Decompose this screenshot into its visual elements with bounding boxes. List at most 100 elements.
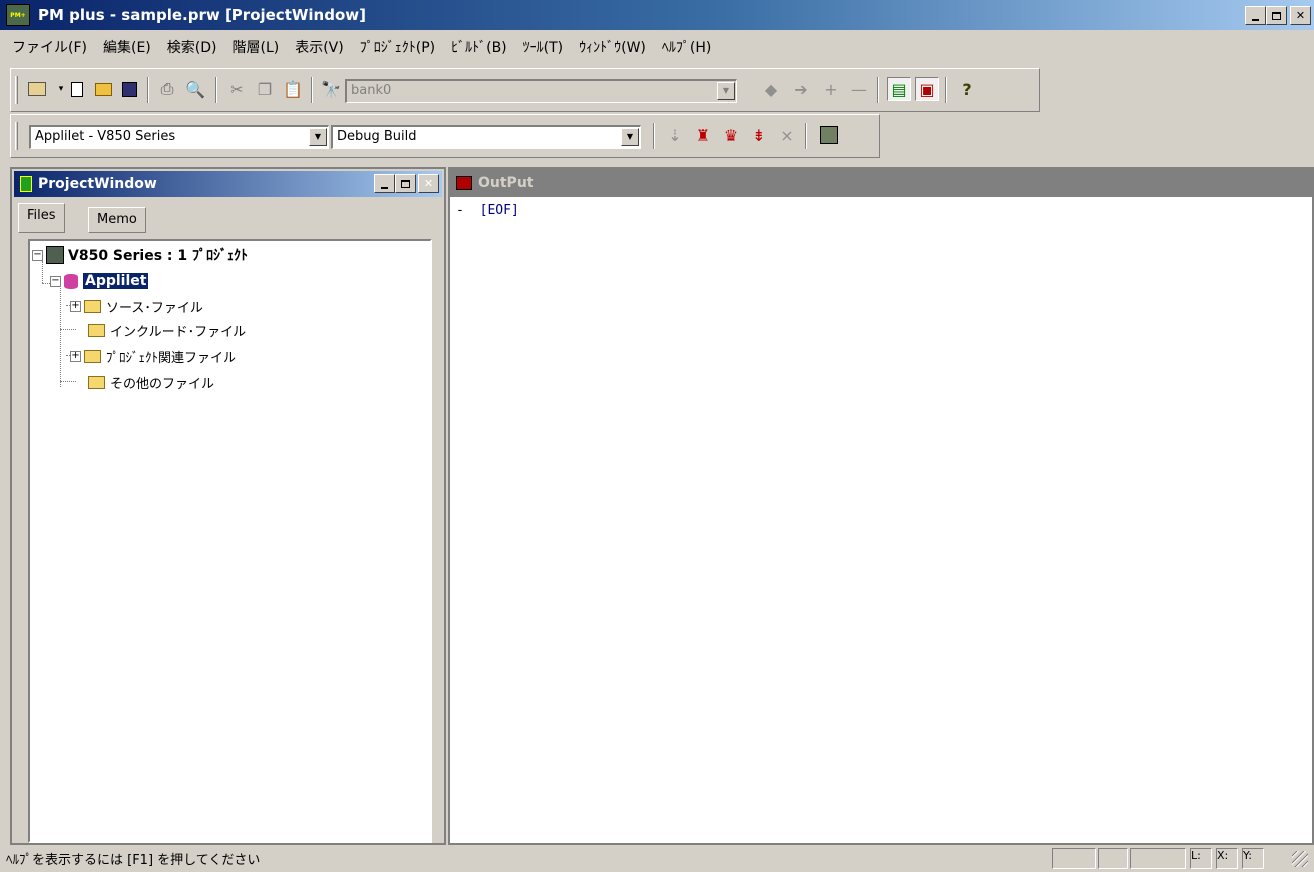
menu-bar: ファイル(F) 編集(E) 検索(D) 階層(L) 表示(V) ﾌﾟﾛｼﾞｪｸﾄ… bbox=[0, 33, 1314, 61]
open-file-icon[interactable] bbox=[91, 77, 115, 101]
collapse-icon[interactable]: − bbox=[50, 275, 61, 287]
build-config-select[interactable]: Debug Build ▼ bbox=[331, 125, 641, 149]
tree-root[interactable]: − V850 Series : 1 ﾌﾟﾛｼﾞｪｸﾄ bbox=[32, 243, 248, 267]
print-preview-icon[interactable]: 🔍 bbox=[183, 77, 207, 101]
menu-window[interactable]: ｳｨﾝﾄﾞｳ(W) bbox=[571, 37, 654, 57]
minimize-icon bbox=[381, 186, 388, 189]
tree-folder-include[interactable]: インクルード･ファイル bbox=[88, 318, 246, 342]
tree-folder-project[interactable]: + ﾌﾟﾛｼﾞｪｸﾄ関連ファイル bbox=[70, 344, 236, 368]
copy-icon[interactable]: ❐ bbox=[253, 77, 277, 101]
status-x-indicator: X: bbox=[1216, 848, 1238, 869]
new-file-icon[interactable] bbox=[65, 77, 89, 101]
toolbar-separator bbox=[147, 77, 149, 103]
project-window-titlebar[interactable]: ProjectWindow ✕ bbox=[14, 171, 442, 197]
minimize-button[interactable] bbox=[1245, 6, 1266, 25]
clean-icon[interactable]: ⨯ bbox=[775, 123, 799, 147]
status-help-text: ﾍﾙﾌﾟを表示するには [F1] を押してください bbox=[6, 853, 261, 868]
print-icon[interactable]: ⎙ bbox=[155, 77, 179, 101]
menu-hierarchy[interactable]: 階層(L) bbox=[224, 37, 287, 57]
menu-build[interactable]: ﾋﾞﾙﾄﾞ(B) bbox=[443, 37, 515, 57]
build-icon[interactable]: ♜ bbox=[691, 123, 715, 147]
menu-file[interactable]: ファイル(F) bbox=[4, 37, 95, 57]
toolbar-grip[interactable] bbox=[15, 76, 18, 104]
project-window-icon bbox=[20, 176, 32, 192]
chevron-down-icon[interactable]: ▼ bbox=[717, 82, 735, 100]
folder-icon bbox=[88, 323, 105, 337]
output-window-titlebar[interactable]: OutPut bbox=[450, 169, 1312, 197]
pw-maximize-button[interactable] bbox=[395, 174, 416, 193]
menu-search[interactable]: 検索(D) bbox=[159, 37, 225, 57]
chevron-down-icon[interactable]: ▼ bbox=[309, 128, 327, 146]
toolbar-grip[interactable] bbox=[15, 122, 18, 150]
maximize-button[interactable] bbox=[1266, 6, 1287, 25]
output-line: [EOF] bbox=[479, 203, 519, 218]
stop-build-icon[interactable]: ⇟ bbox=[747, 123, 771, 147]
window-title: PM plus - sample.prw [ProjectWindow] bbox=[38, 6, 366, 24]
search-combo[interactable]: bank0 ▼ bbox=[345, 79, 737, 103]
file-tree[interactable]: − V850 Series : 1 ﾌﾟﾛｼﾞｪｸﾄ − Applilet + … bbox=[28, 239, 432, 843]
minimize-icon bbox=[1252, 18, 1259, 21]
debug-icon[interactable] bbox=[817, 123, 841, 147]
chevron-down-icon[interactable]: ▼ bbox=[621, 128, 639, 146]
resize-grip-icon[interactable] bbox=[1292, 851, 1308, 867]
app-icon[interactable]: PM+ bbox=[6, 4, 30, 26]
expand-plus-icon[interactable]: + bbox=[819, 77, 843, 101]
menu-help[interactable]: ﾍﾙﾌﾟ(H) bbox=[654, 37, 719, 57]
workspace-icon bbox=[46, 246, 64, 264]
tree-folder-source[interactable]: + ソース･ファイル bbox=[70, 294, 203, 318]
toolbar-separator bbox=[653, 123, 655, 149]
folder-label: インクルード･ファイル bbox=[110, 324, 247, 340]
folder-icon bbox=[84, 349, 101, 363]
cut-icon[interactable]: ✂ bbox=[225, 77, 249, 101]
open-project-icon[interactable] bbox=[25, 77, 49, 101]
title-bar[interactable]: PM+ PM plus - sample.prw [ProjectWindow]… bbox=[0, 0, 1314, 30]
tab-memo[interactable]: Memo bbox=[88, 207, 146, 233]
paste-icon[interactable]: 📋 bbox=[281, 77, 305, 101]
output-window-title: OutPut bbox=[478, 175, 534, 191]
menu-project[interactable]: ﾌﾟﾛｼﾞｪｸﾄ(P) bbox=[352, 37, 443, 57]
toolbar-separator bbox=[805, 123, 807, 149]
status-cell bbox=[1052, 848, 1096, 869]
folder-label: ソース･ファイル bbox=[106, 300, 203, 316]
forward-arrow-icon[interactable]: ➔ bbox=[789, 77, 813, 101]
tab-files[interactable]: Files bbox=[18, 203, 65, 233]
collapse-icon[interactable]: − bbox=[32, 249, 43, 261]
pw-close-button[interactable]: ✕ bbox=[418, 174, 439, 193]
folder-icon bbox=[88, 375, 105, 389]
menu-tool[interactable]: ﾂｰﾙ(T) bbox=[515, 37, 571, 57]
back-arrow-icon[interactable]: ◆ bbox=[759, 77, 783, 101]
save-icon[interactable] bbox=[117, 77, 141, 101]
database-icon bbox=[64, 273, 78, 289]
status-cell bbox=[1130, 848, 1186, 869]
project-window-toggle-icon[interactable]: ▤ bbox=[887, 77, 911, 101]
tree-folder-other[interactable]: その他のファイル bbox=[88, 370, 214, 394]
expand-icon[interactable]: + bbox=[70, 350, 81, 362]
menu-view[interactable]: 表示(V) bbox=[287, 37, 352, 57]
output-window-toggle-icon[interactable]: ▣ bbox=[915, 77, 939, 101]
close-button[interactable]: ✕ bbox=[1290, 6, 1311, 25]
folder-icon bbox=[84, 299, 101, 313]
project-select-value: Applilet - V850 Series bbox=[35, 129, 176, 144]
build-config-value: Debug Build bbox=[337, 129, 417, 144]
output-content[interactable]: - [EOF] bbox=[456, 203, 519, 218]
menu-edit[interactable]: 編集(E) bbox=[95, 37, 159, 57]
find-icon[interactable]: 🔭 bbox=[319, 77, 343, 101]
close-icon: ✕ bbox=[1295, 9, 1306, 22]
expand-icon[interactable]: + bbox=[70, 300, 81, 312]
toolbar-separator bbox=[215, 77, 217, 103]
tree-root-label: V850 Series : 1 ﾌﾟﾛｼﾞｪｸﾄ bbox=[68, 248, 249, 264]
project-window-title: ProjectWindow bbox=[38, 176, 157, 192]
help-icon[interactable]: ? bbox=[955, 77, 979, 101]
status-line-indicator: L: bbox=[1190, 848, 1212, 869]
folder-label: ﾌﾟﾛｼﾞｪｸﾄ関連ファイル bbox=[106, 350, 237, 366]
collapse-minus-icon[interactable]: — bbox=[847, 77, 871, 101]
standard-toolbar: ▾ ⎙ 🔍 ✂ ❐ 📋 🔭 bank0 ▼ ◆ ➔ + — ▤ ▣ ? bbox=[10, 68, 1040, 112]
status-cell bbox=[1098, 848, 1128, 869]
compile-icon[interactable]: ⇣ bbox=[663, 123, 687, 147]
rebuild-icon[interactable]: ♛ bbox=[719, 123, 743, 147]
tree-project[interactable]: − Applilet bbox=[50, 269, 149, 293]
pw-minimize-button[interactable] bbox=[374, 174, 395, 193]
search-combo-value: bank0 bbox=[351, 83, 392, 98]
status-bar: ﾍﾙﾌﾟを表示するには [F1] を押してください L: X: Y: bbox=[0, 845, 1314, 872]
project-select[interactable]: Applilet - V850 Series ▼ bbox=[29, 125, 329, 149]
